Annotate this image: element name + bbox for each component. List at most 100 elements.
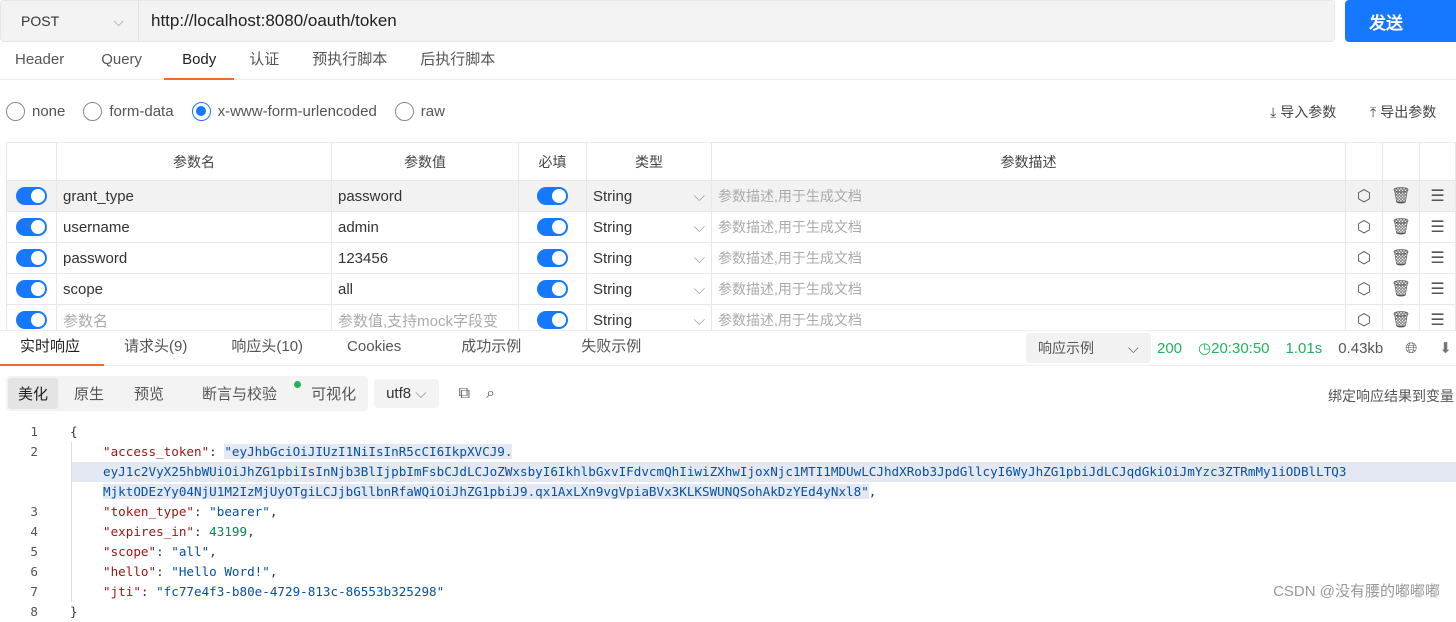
tab-auth[interactable]: 认证 [234, 44, 294, 80]
type-select[interactable]: String ⌵ [586, 242, 712, 274]
type-select[interactable]: String ⌵ [586, 211, 712, 243]
type-select[interactable]: String ⌵ [586, 180, 712, 212]
param-name[interactable]: password [56, 242, 332, 274]
tab-success-example[interactable]: 成功示例 [441, 330, 561, 366]
chevron-down-icon: ⌵ [693, 249, 705, 267]
enable-toggle-cell[interactable] [6, 211, 57, 243]
required-toggle[interactable] [537, 218, 568, 237]
duration: 1.01s [1285, 339, 1323, 357]
tab-post-script[interactable]: 后执行脚本 [405, 44, 510, 80]
param-name[interactable]: scope [56, 273, 332, 305]
json-key: "token_type" [103, 504, 194, 519]
param-name[interactable]: grant_type [56, 180, 332, 212]
tab-fail-example[interactable]: 失败示例 [561, 330, 665, 366]
required-toggle-cell[interactable] [518, 242, 587, 274]
trash-icon[interactable]: 🗑︎ [1382, 273, 1420, 305]
enable-toggle-cell[interactable] [6, 242, 57, 274]
import-params-button[interactable]: ⤓ 导入参数 [1270, 102, 1336, 122]
cube-icon[interactable]: ⬡ [1345, 242, 1383, 274]
drag-handle-icon[interactable]: ☰ [1419, 180, 1456, 212]
type-label: String [593, 249, 633, 267]
tab-cookies[interactable]: Cookies [327, 330, 441, 366]
enable-toggle[interactable] [16, 311, 47, 330]
tab-pre-script[interactable]: 预执行脚本 [294, 44, 405, 80]
trash-icon[interactable]: 🗑︎ [1382, 211, 1420, 243]
radio-form-data[interactable]: form-data [83, 102, 174, 121]
radio-x-www-form-urlencoded[interactable]: x-www-form-urlencoded [191, 102, 377, 121]
json-value: "all" [171, 544, 210, 559]
required-toggle-cell[interactable] [518, 211, 587, 243]
enable-toggle-cell[interactable] [6, 273, 57, 305]
param-value[interactable]: 123456 [331, 242, 519, 274]
enable-toggle-cell[interactable] [6, 180, 57, 212]
json-key: "scope" [103, 544, 157, 559]
json-key: "hello" [103, 564, 157, 579]
request-tabs: Header Query Body 认证 预执行脚本 后执行脚本 [0, 44, 1456, 80]
cube-icon[interactable]: ⬡ [1345, 180, 1383, 212]
enable-toggle[interactable] [16, 187, 47, 206]
status-dot [294, 381, 302, 388]
required-toggle[interactable] [537, 311, 568, 330]
send-button[interactable]: 发送 [1345, 0, 1456, 42]
drag-handle-icon[interactable]: ☰ [1419, 242, 1456, 274]
enable-toggle[interactable] [16, 249, 47, 268]
import-icon: ⤓ [1270, 103, 1277, 120]
type-select[interactable]: String ⌵ [586, 273, 712, 305]
param-name[interactable]: username [56, 211, 332, 243]
tab-request-headers[interactable]: 请求头(9) [104, 330, 211, 366]
code-line: "access_token": "eyJhbGciOiJIUzI1NiIsInR… [103, 444, 513, 459]
method-select[interactable]: POST ⌵ [1, 1, 139, 41]
search-icon[interactable]: ⌕ [486, 385, 495, 403]
encoding-select[interactable]: utf8 ⌵ [374, 379, 439, 408]
tab-response-headers[interactable]: 响应头(10) [211, 330, 327, 366]
cube-icon[interactable]: ⬡ [1345, 273, 1383, 305]
view-beautify[interactable]: 美化 [8, 378, 59, 409]
view-raw[interactable]: 原生 [58, 378, 120, 409]
param-description[interactable]: 参数描述,用于生成文档 [711, 273, 1346, 305]
trash-icon[interactable]: 🗑︎ [1382, 180, 1420, 212]
import-label: 导入参数 [1280, 104, 1337, 120]
code-line: { [70, 424, 78, 439]
param-value[interactable]: all [331, 273, 519, 305]
required-toggle[interactable] [537, 280, 568, 299]
tab-realtime-response[interactable]: 实时响应 [0, 330, 105, 366]
params-table: 参数名 参数值 必填 类型 参数描述 grant_type password S… [6, 142, 1456, 336]
param-value[interactable]: admin [331, 211, 519, 243]
radio-raw[interactable]: raw [394, 102, 445, 121]
export-params-button[interactable]: ⤒ 导出参数 [1370, 102, 1436, 122]
enable-toggle[interactable] [16, 280, 47, 299]
line-number: 4 [30, 524, 38, 539]
drag-handle-icon[interactable]: ☰ [1419, 273, 1456, 305]
view-visualize[interactable]: 可视化 [301, 378, 366, 409]
enable-toggle[interactable] [16, 218, 47, 237]
param-value[interactable]: password [331, 180, 519, 212]
chevron-down-icon: ⌵ [693, 280, 705, 298]
download-icon[interactable]: ⬇ [1439, 339, 1452, 357]
tab-body[interactable]: Body [164, 44, 235, 80]
globe-icon[interactable]: 🌐︎ [1405, 340, 1417, 357]
trash-icon[interactable]: 🗑︎ [1382, 242, 1420, 274]
tab-header[interactable]: Header [0, 44, 79, 80]
required-toggle[interactable] [537, 187, 568, 206]
json-value: "bearer" [209, 504, 270, 519]
tab-query[interactable]: Query [79, 44, 164, 80]
col-name: 参数名 [56, 142, 332, 181]
required-toggle-cell[interactable] [518, 273, 587, 305]
cube-icon[interactable]: ⬡ [1345, 211, 1383, 243]
type-select-inner: String ⌵ [593, 281, 705, 298]
copy-icon[interactable]: ⧉ [459, 385, 470, 403]
required-toggle[interactable] [537, 249, 568, 268]
response-example-select[interactable]: 响应示例 ⌵ [1026, 333, 1151, 363]
view-assertions[interactable]: 断言与校验 [178, 378, 302, 409]
type-select-inner: String ⌵ [593, 219, 705, 236]
required-toggle-cell[interactable] [518, 180, 587, 212]
bind-response-variable[interactable]: 绑定响应结果到变量 [1328, 386, 1454, 406]
view-preview[interactable]: 预览 [120, 378, 178, 409]
param-description[interactable]: 参数描述,用于生成文档 [711, 180, 1346, 212]
param-description[interactable]: 参数描述,用于生成文档 [711, 242, 1346, 274]
url-input[interactable]: http://localhost:8080/oauth/token [139, 11, 397, 31]
param-description[interactable]: 参数描述,用于生成文档 [711, 211, 1346, 243]
drag-handle-icon[interactable]: ☰ [1419, 211, 1456, 243]
chevron-down-icon: ⌵ [693, 218, 705, 236]
radio-none[interactable]: none [6, 102, 65, 121]
